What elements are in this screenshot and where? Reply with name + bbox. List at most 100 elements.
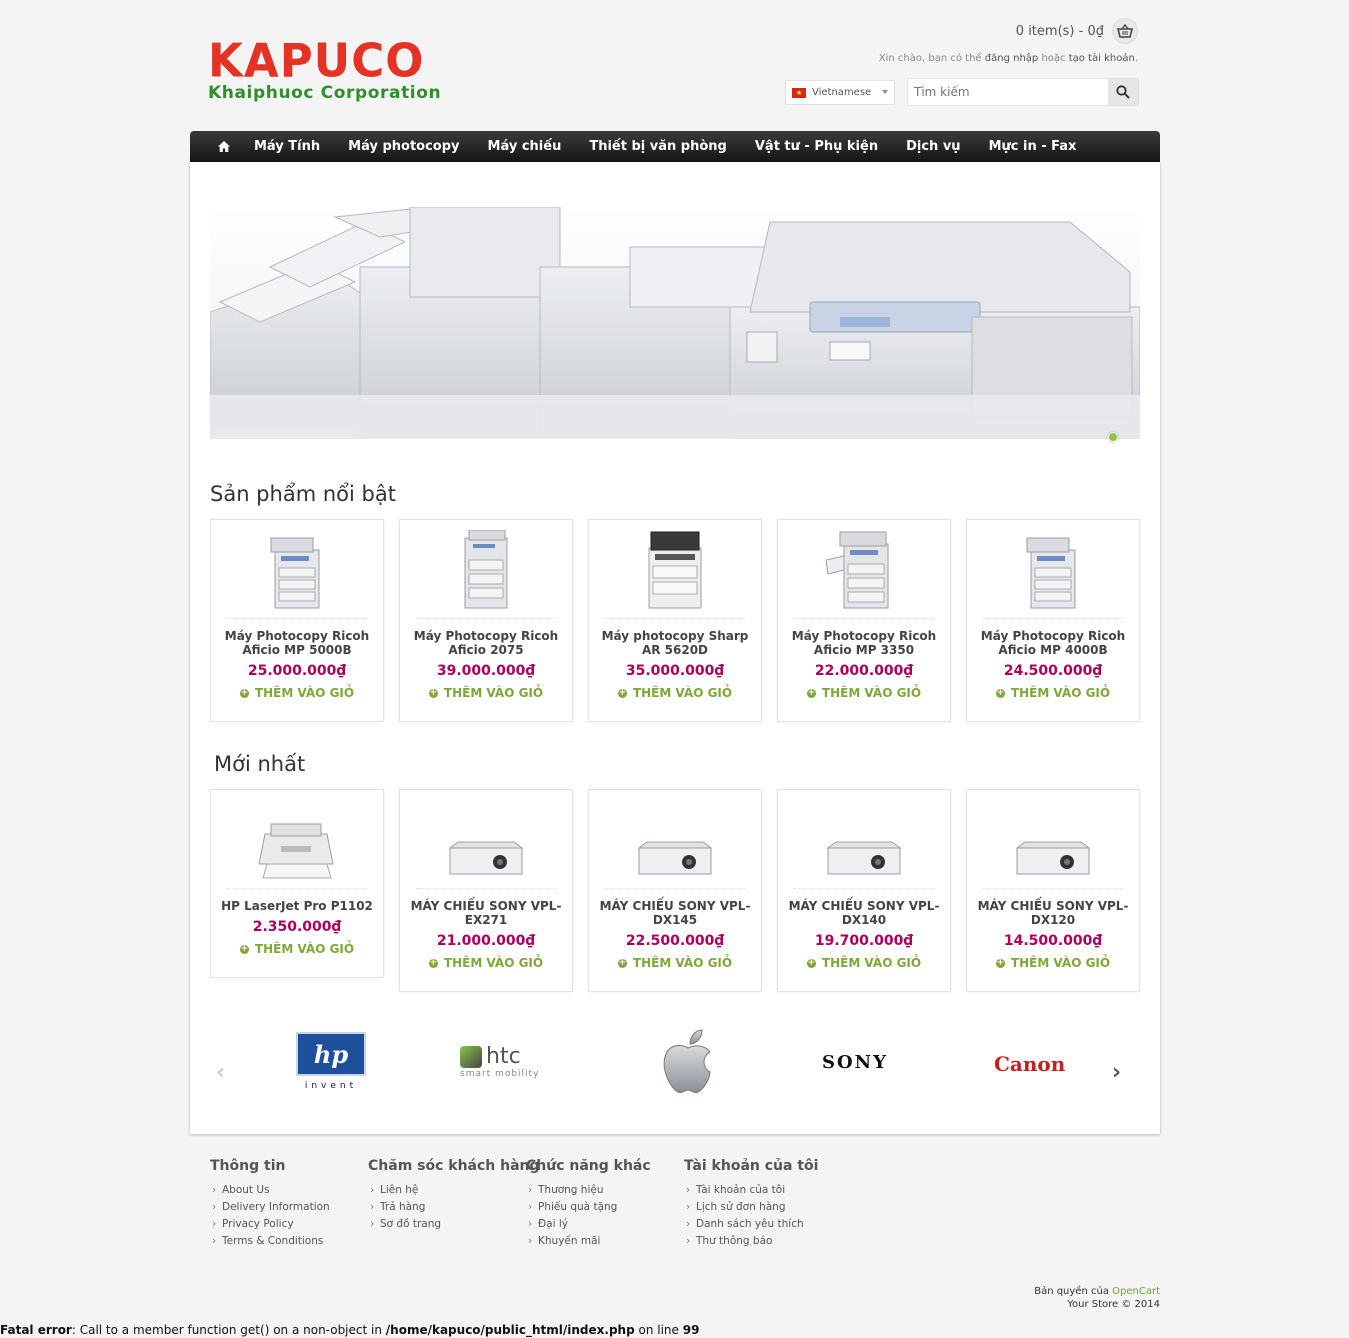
product-price: 22.500.000₫ (625, 933, 725, 949)
brand-apple[interactable] (660, 1028, 716, 1098)
product-card[interactable]: Máy Photocopy Ricoh Aficio MP 4000B 24.5… (966, 519, 1140, 722)
add-to-cart-label: THÊM VÀO GIỎ (821, 686, 922, 700)
add-to-cart-button[interactable]: + THÊM VÀO GIỎ (995, 956, 1110, 970)
product-name[interactable]: MÁY CHIẾU SONY VPL-EX271 (400, 899, 572, 927)
product-name[interactable]: Máy Photocopy Ricoh Aficio 2075 (400, 629, 572, 657)
footer-link[interactable]: Danh sách yêu thích (684, 1216, 842, 1233)
product-image[interactable] (257, 530, 337, 610)
footer-link[interactable]: Thương hiệu (526, 1182, 684, 1199)
nav-item-dich-vu[interactable]: Dịch vụ (906, 139, 960, 154)
product-card[interactable]: MÁY CHIẾU SONY VPL-DX140 19.700.000₫ + TH… (777, 789, 951, 992)
brand-canon[interactable]: Canon (994, 1052, 1065, 1076)
opencart-link[interactable]: OpenCart (1112, 1286, 1160, 1297)
add-to-cart-button[interactable]: + THÊM VÀO GIỎ (239, 686, 354, 700)
add-to-cart-button[interactable]: + THÊM VÀO GIỎ (995, 686, 1110, 700)
main-nav: Máy Tính Máy photocopy Máy chiếu Thiết b… (190, 131, 1160, 162)
cart-summary[interactable]: 0 item(s) - 0₫ (1016, 18, 1138, 44)
footer-link[interactable]: Lịch sử đơn hàng (684, 1199, 842, 1216)
product-card[interactable]: MÁY CHIẾU SONY VPL-DX120 14.500.000₫ + TH… (966, 789, 1140, 992)
nav-item-vat-tu-phu-kien[interactable]: Vật tư - Phụ kiện (755, 139, 878, 154)
plus-icon: + (995, 957, 1005, 968)
product-name[interactable]: MÁY CHIẾU SONY VPL-DX140 (778, 899, 950, 927)
product-card[interactable]: Máy Photocopy Ricoh Aficio 2075 39.000.0… (399, 519, 573, 722)
product-image[interactable] (446, 800, 526, 880)
footer-link[interactable]: Privacy Policy (210, 1216, 368, 1233)
footer-link[interactable]: Trả hàng (368, 1199, 526, 1216)
cart-text[interactable]: 0 item(s) - 0₫ (1016, 24, 1104, 39)
footer-link[interactable]: Liên hệ (368, 1182, 526, 1199)
plus-icon: + (239, 687, 249, 698)
product-name[interactable]: Máy Photocopy Ricoh Aficio MP 5000B (211, 629, 383, 657)
divider (794, 888, 934, 889)
product-card[interactable]: HP LaserJet Pro P1102 2.350.000₫ + THÊM V… (210, 789, 384, 978)
footer-link[interactable]: Khuyến mãi (526, 1233, 684, 1250)
basket-icon[interactable] (1112, 18, 1138, 44)
product-image[interactable] (446, 530, 526, 610)
product-name[interactable]: MÁY CHIẾU SONY VPL-DX145 (589, 899, 761, 927)
chevron-left-icon[interactable]: ‹ (216, 1060, 225, 1085)
banner-slider[interactable] (210, 207, 1140, 439)
add-to-cart-button[interactable]: + THÊM VÀO GIỎ (428, 956, 543, 970)
brand-sony[interactable]: SONY (822, 1052, 888, 1073)
error-label: Fatal error (0, 1323, 72, 1337)
nav-item-muc-in-fax[interactable]: Mực in - Fax (989, 139, 1077, 154)
product-price: 25.000.000₫ (247, 663, 347, 679)
brand-htc[interactable]: htc smart mobility (460, 1044, 539, 1079)
add-to-cart-button[interactable]: + THÊM VÀO GIỎ (806, 956, 922, 970)
footer-link[interactable]: About Us (210, 1182, 368, 1199)
htc-mark-icon (460, 1045, 482, 1068)
footer-link[interactable]: Terms & Conditions (210, 1233, 368, 1250)
language-selector[interactable]: Vietnamese (785, 80, 895, 105)
footer-col-title: Tài khoản của tôi (684, 1158, 819, 1174)
divider (416, 618, 556, 619)
home-icon[interactable] (218, 141, 230, 152)
footer-link[interactable]: Phiếu quà tặng (526, 1199, 684, 1216)
product-image[interactable] (257, 800, 337, 880)
nav-item-may-photocopy[interactable]: Máy photocopy (348, 139, 459, 154)
footer-col-title: Thông tin (210, 1158, 286, 1174)
footer-link[interactable]: Thư thông báo (684, 1233, 842, 1250)
product-card[interactable]: Máy Photocopy Ricoh Aficio MP 5000B 25.0… (210, 519, 384, 722)
register-link[interactable]: tạo tài khoản (1069, 53, 1135, 64)
divider (227, 888, 367, 889)
product-name[interactable]: HP LaserJet Pro P1102 (211, 899, 383, 913)
hp-tagline: invent (304, 1081, 358, 1091)
logo[interactable]: KAPUCO Khaiphuoc Corporation (208, 38, 441, 103)
add-to-cart-button[interactable]: + THÊM VÀO GIỎ (617, 686, 732, 700)
product-name[interactable]: MÁY CHIẾU SONY VPL-DX120 (967, 899, 1139, 927)
add-to-cart-label: THÊM VÀO GIỎ (821, 956, 922, 970)
product-image[interactable] (1013, 530, 1093, 610)
footer-link[interactable]: Tài khoản của tôi (684, 1182, 842, 1199)
add-to-cart-button[interactable]: + THÊM VÀO GIỎ (806, 686, 922, 700)
footer-link[interactable]: Đại lý (526, 1216, 684, 1233)
nav-item-may-chieu[interactable]: Máy chiếu (488, 139, 562, 154)
welcome-suffix: . (1134, 53, 1138, 64)
product-name[interactable]: Máy photocopy Sharp AR 5620D (589, 629, 761, 657)
product-image[interactable] (1013, 800, 1093, 880)
slider-dot-active[interactable] (1108, 432, 1118, 442)
product-card[interactable]: Máy Photocopy Ricoh Aficio MP 3350 22.00… (777, 519, 951, 722)
divider (605, 618, 745, 619)
nav-item-may-tinh[interactable]: Máy Tính (254, 139, 320, 154)
product-card[interactable]: MÁY CHIẾU SONY VPL-DX145 22.500.000₫ + TH… (588, 789, 762, 992)
footer-link[interactable]: Sơ đồ trang (368, 1216, 526, 1233)
nav-item-thiet-bi-van-phong[interactable]: Thiết bị văn phòng (589, 139, 727, 154)
product-image[interactable] (635, 800, 715, 880)
brand-hp[interactable]: hp invent (292, 1032, 370, 1091)
error-path: /home/kapuco/public_html/index.php (385, 1323, 635, 1337)
product-card[interactable]: Máy photocopy Sharp AR 5620D 35.000.000₫… (588, 519, 762, 722)
product-card[interactable]: MÁY CHIẾU SONY VPL-EX271 21.000.000₫ + TH… (399, 789, 573, 992)
footer-link[interactable]: Delivery Information (210, 1199, 368, 1216)
product-image[interactable] (824, 800, 904, 880)
product-name[interactable]: Máy Photocopy Ricoh Aficio MP 3350 (778, 629, 950, 657)
product-image[interactable] (824, 530, 904, 610)
add-to-cart-button[interactable]: + THÊM VÀO GIỎ (428, 686, 543, 700)
add-to-cart-button[interactable]: + THÊM VÀO GIỎ (239, 942, 354, 956)
search-button[interactable] (1108, 79, 1138, 105)
add-to-cart-button[interactable]: + THÊM VÀO GIỎ (617, 956, 732, 970)
search-input[interactable] (908, 79, 1108, 105)
login-link[interactable]: đăng nhập (985, 53, 1039, 64)
product-image[interactable] (635, 530, 715, 610)
product-name[interactable]: Máy Photocopy Ricoh Aficio MP 4000B (967, 629, 1139, 657)
chevron-right-icon[interactable]: › (1112, 1060, 1121, 1085)
